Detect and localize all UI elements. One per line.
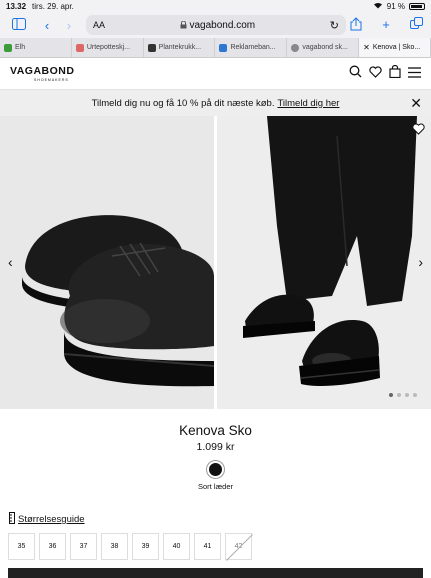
tab-bar: Elh Urtepotteskj... Plantekrukk... Rekla… — [0, 38, 431, 58]
promo-text: Tilmeld dig nu og få 10 % på dit næste k… — [91, 97, 275, 109]
browser-toolbar: ‹ › AA vagabond.com ↻ + — [0, 12, 431, 38]
gallery-next-arrow[interactable]: › — [418, 254, 423, 270]
site-header: VAGABOND SHOEMAKERS — [0, 58, 431, 90]
tab-label: Kenova | Sko... — [372, 44, 421, 51]
bag-icon[interactable] — [389, 64, 401, 83]
product-image-2[interactable]: › — [217, 116, 431, 409]
google-icon — [291, 43, 300, 52]
size-option[interactable]: 38 — [101, 533, 128, 560]
product-gallery: ‹ › — [0, 116, 431, 409]
product-price: 1.099 kr — [196, 441, 235, 453]
add-to-cart-button[interactable] — [8, 568, 423, 578]
product-name: Kenova Sko — [179, 423, 252, 438]
favicon-icon — [4, 43, 12, 52]
logo-subtext: SHOEMAKERS — [34, 78, 69, 82]
tab-2[interactable]: Urtepotteskj... — [72, 38, 144, 57]
text-size-button[interactable]: AA — [93, 20, 105, 30]
battery-icon — [409, 2, 425, 10]
share-icon[interactable] — [345, 17, 367, 34]
gallery-prev-arrow[interactable]: ‹ — [8, 254, 13, 270]
shoe-closeup-image — [0, 116, 214, 409]
favicon-icon — [75, 43, 84, 52]
wifi-icon — [373, 1, 383, 11]
size-guide-label: Størrelsesguide — [18, 514, 85, 525]
tab-label: Plantekrukk... — [158, 44, 202, 51]
status-date: tirs. 29. apr. — [32, 1, 74, 11]
tab-3[interactable]: Plantekrukk... — [144, 38, 216, 57]
size-option[interactable]: 36 — [39, 533, 66, 560]
color-name: Sort læder — [197, 482, 233, 491]
favicon-icon — [219, 43, 228, 52]
size-selector: 35 36 37 38 39 40 41 42 — [8, 533, 252, 560]
gallery-dot[interactable] — [413, 393, 417, 397]
gallery-dots — [389, 393, 417, 397]
tab-6-active[interactable]: ✕ Kenova | Sko... — [359, 38, 431, 57]
model-wearing-shoes-image — [217, 116, 431, 409]
size-guide-link[interactable]: Størrelsesguide — [9, 512, 85, 527]
sidebar-icon[interactable] — [8, 17, 30, 33]
tab-label: Reklameban... — [230, 44, 276, 51]
logo-text: VAGABOND — [10, 65, 75, 77]
url-text: vagabond.com — [105, 20, 330, 31]
signup-link[interactable]: Tilmeld dig her — [277, 98, 339, 109]
tab-label: Urtepotteskj... — [86, 44, 131, 51]
gallery-dot[interactable] — [397, 393, 401, 397]
close-icon[interactable]: ✕ — [410, 96, 422, 110]
heart-icon[interactable] — [369, 65, 382, 83]
back-icon[interactable]: ‹ — [36, 18, 58, 33]
wishlist-heart-icon[interactable] — [412, 122, 425, 140]
gallery-dot[interactable] — [405, 393, 409, 397]
tab-4[interactable]: Reklameban... — [215, 38, 288, 57]
search-icon[interactable] — [349, 65, 362, 83]
size-option[interactable]: 35 — [8, 533, 35, 560]
url-value: vagabond.com — [189, 19, 256, 31]
tabs-overview-icon[interactable] — [405, 17, 427, 34]
url-bar[interactable]: AA vagabond.com ↻ — [86, 15, 346, 35]
tab-5[interactable]: vagabond sk... — [287, 38, 360, 57]
status-bar: 13.32 tirs. 29. apr. 91 % — [0, 0, 431, 12]
close-tab-icon[interactable]: ✕ — [363, 43, 370, 52]
forward-icon[interactable]: › — [58, 18, 80, 33]
newsletter-banner: Tilmeld dig nu og få 10 % på dit næste k… — [0, 90, 431, 116]
gallery-dot[interactable] — [389, 393, 393, 397]
product-image-1[interactable]: ‹ — [0, 116, 214, 409]
size-option[interactable]: 41 — [194, 533, 221, 560]
color-swatch[interactable] — [209, 463, 222, 476]
favicon-icon — [147, 43, 156, 52]
new-tab-icon[interactable]: + — [375, 17, 397, 34]
menu-icon[interactable] — [408, 65, 421, 83]
vagabond-logo[interactable]: VAGABOND SHOEMAKERS — [10, 65, 74, 82]
size-option[interactable]: 39 — [132, 533, 159, 560]
status-time: 13.32 — [6, 1, 27, 11]
tab-1[interactable]: Elh — [0, 38, 72, 57]
product-info: Kenova Sko 1.099 kr Sort læder — [0, 409, 431, 491]
reload-icon[interactable]: ↻ — [330, 19, 339, 32]
size-option-sold-out[interactable]: 42 — [225, 533, 252, 560]
tab-label: Elh — [15, 44, 26, 51]
battery-percent: 91 % — [386, 1, 405, 11]
size-option[interactable]: 37 — [70, 533, 97, 560]
tab-label: vagabond sk... — [302, 44, 348, 51]
ruler-icon — [9, 512, 15, 527]
size-option[interactable]: 40 — [163, 533, 190, 560]
